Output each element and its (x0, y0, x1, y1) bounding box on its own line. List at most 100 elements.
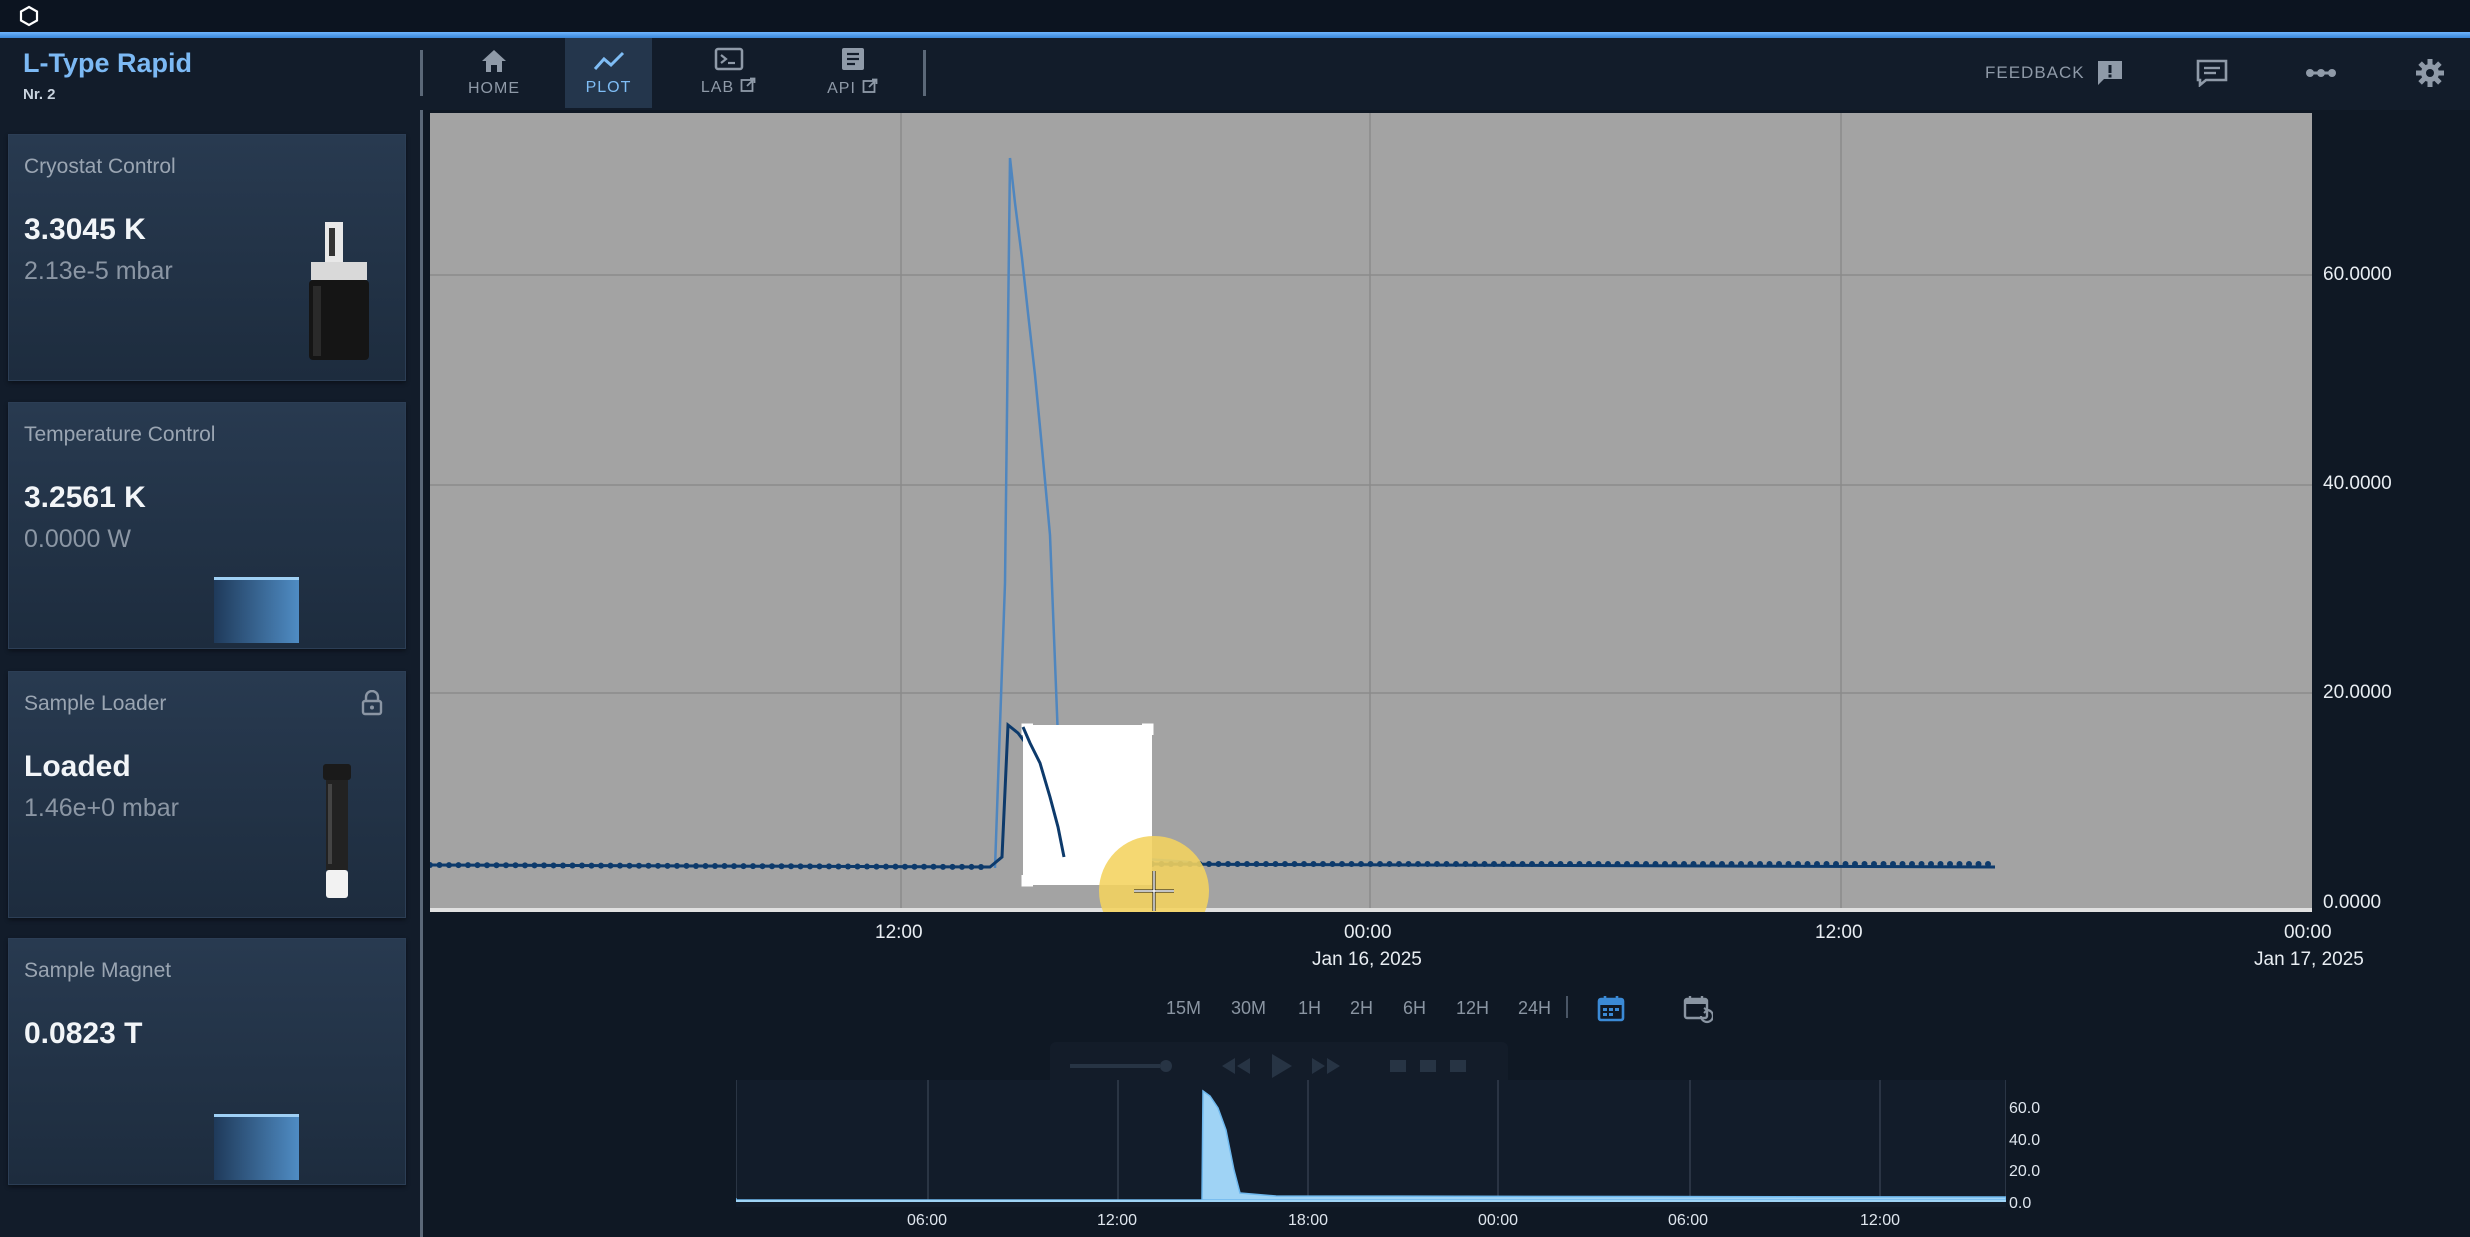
series-point (436, 862, 443, 869)
series-point (1766, 861, 1773, 867)
series-point (1310, 861, 1317, 867)
series-point (930, 863, 937, 870)
more-button[interactable] (2305, 38, 2337, 108)
series-point (1966, 861, 1972, 867)
series-point (645, 862, 652, 869)
series-point (883, 863, 889, 870)
series-point (1823, 861, 1830, 867)
gridlines (430, 113, 2312, 912)
series-point (1624, 861, 1630, 867)
nav-lab[interactable]: LAB (690, 38, 767, 108)
x-axis-line (430, 908, 2312, 912)
series-point (674, 862, 680, 869)
series-point (1377, 861, 1383, 867)
range-1h-button[interactable]: 1H (1298, 998, 1321, 1019)
app-subtitle: Nr. 2 (23, 86, 56, 103)
settings-button[interactable] (2415, 38, 2445, 108)
series-point (1918, 861, 1925, 867)
series-point (588, 862, 595, 869)
external-link-icon (862, 78, 878, 93)
plot-icon (593, 51, 624, 71)
series-point (1519, 861, 1526, 867)
range-30m-button[interactable]: 30M (1231, 998, 1266, 1019)
series-point (1529, 861, 1535, 867)
overview-x-label: 12:00 (1097, 1212, 1138, 1229)
series-point (655, 862, 661, 869)
card-main-value: Loaded (24, 750, 131, 783)
series-point (503, 862, 509, 869)
series-point (721, 863, 728, 870)
magnet-field-bar (214, 1114, 299, 1180)
series-point (579, 862, 585, 869)
series-point (1605, 861, 1611, 867)
series-point (750, 863, 756, 870)
nav-api[interactable]: API (815, 38, 890, 108)
calendar-icon[interactable] (1597, 994, 1625, 1022)
series-point (949, 863, 956, 870)
series-point (1842, 861, 1849, 867)
series-point (731, 863, 737, 870)
series-point (1253, 861, 1260, 867)
nav-plot-label: PLOT (585, 79, 632, 96)
feedback-icon (2097, 61, 2122, 85)
series-point (1548, 861, 1554, 867)
series-point (693, 862, 699, 869)
series-point (560, 862, 566, 869)
sample-loader-card[interactable]: Sample Loader Loaded 1.46e+0 mbar (8, 671, 406, 918)
range-15m-button[interactable]: 15M (1166, 998, 1201, 1019)
hexagon-logo-icon (19, 5, 39, 27)
series-point (626, 862, 633, 869)
series-point (1443, 861, 1450, 867)
range-6h-button[interactable]: 6H (1403, 998, 1426, 1019)
series-point (1434, 861, 1440, 867)
series-point (1301, 861, 1307, 867)
x-tick-date: Jan 16, 2025 (1312, 949, 1422, 970)
overview-y-label: 20.0 (2009, 1163, 2041, 1180)
card-sub-value: 0.0000 W (24, 525, 132, 553)
sample-magnet-card[interactable]: Sample Magnet 0.0823 T (8, 938, 406, 1185)
y-tick-label: 40.0000 (2323, 473, 2392, 494)
main-plot[interactable] (430, 113, 2312, 912)
overview-chart[interactable] (736, 1080, 2006, 1207)
top-bar (0, 0, 2470, 32)
series-point (598, 862, 604, 869)
lock-icon[interactable] (361, 690, 383, 716)
series-point (854, 863, 861, 870)
series-point (1453, 861, 1459, 867)
series-dark-line (430, 721, 1996, 869)
range-12h-button[interactable]: 12H (1456, 998, 1489, 1019)
more-horizontal-icon (2306, 69, 2336, 77)
series-point (1348, 861, 1355, 867)
cryostat-control-card[interactable]: Cryostat Control 3.3045 K 2.13e-5 mbar (8, 134, 406, 381)
series-point (1833, 861, 1839, 867)
series-point (1595, 861, 1602, 867)
series-point (921, 863, 927, 870)
temperature-control-card[interactable]: Temperature Control 3.2561 K 0.0000 W (8, 402, 406, 649)
series-point (1272, 861, 1279, 867)
x-tick-date: Jan 17, 2025 (2254, 949, 2364, 970)
series-point (778, 863, 785, 870)
series-point (1776, 861, 1782, 867)
card-title: Temperature Control (24, 423, 216, 446)
calendar-reset-icon[interactable] (1683, 994, 1713, 1026)
series-point (1880, 861, 1887, 867)
series-point (430, 862, 433, 868)
series-point (569, 862, 576, 869)
card-sub-value: 1.46e+0 mbar (24, 794, 179, 822)
range-2h-button[interactable]: 2H (1350, 998, 1373, 1019)
nav-plot[interactable]: PLOT (565, 38, 652, 108)
messages-button[interactable] (2196, 38, 2228, 108)
series-point (759, 863, 766, 870)
app-title: L-Type Rapid (23, 48, 193, 78)
nav-home[interactable]: HOME (455, 38, 533, 108)
series-point (493, 862, 500, 869)
series-point (1671, 861, 1678, 867)
series-point (636, 862, 642, 869)
feedback-button[interactable]: FEEDBACK (1985, 38, 2125, 108)
x-tick-label: 00:00 (2284, 922, 2332, 943)
range-24h-button[interactable]: 24H (1518, 998, 1551, 1019)
card-title: Sample Loader (24, 692, 167, 715)
overview-x-label: 18:00 (1288, 1212, 1329, 1229)
card-title: Sample Magnet (24, 959, 172, 982)
series-point (1576, 861, 1583, 867)
